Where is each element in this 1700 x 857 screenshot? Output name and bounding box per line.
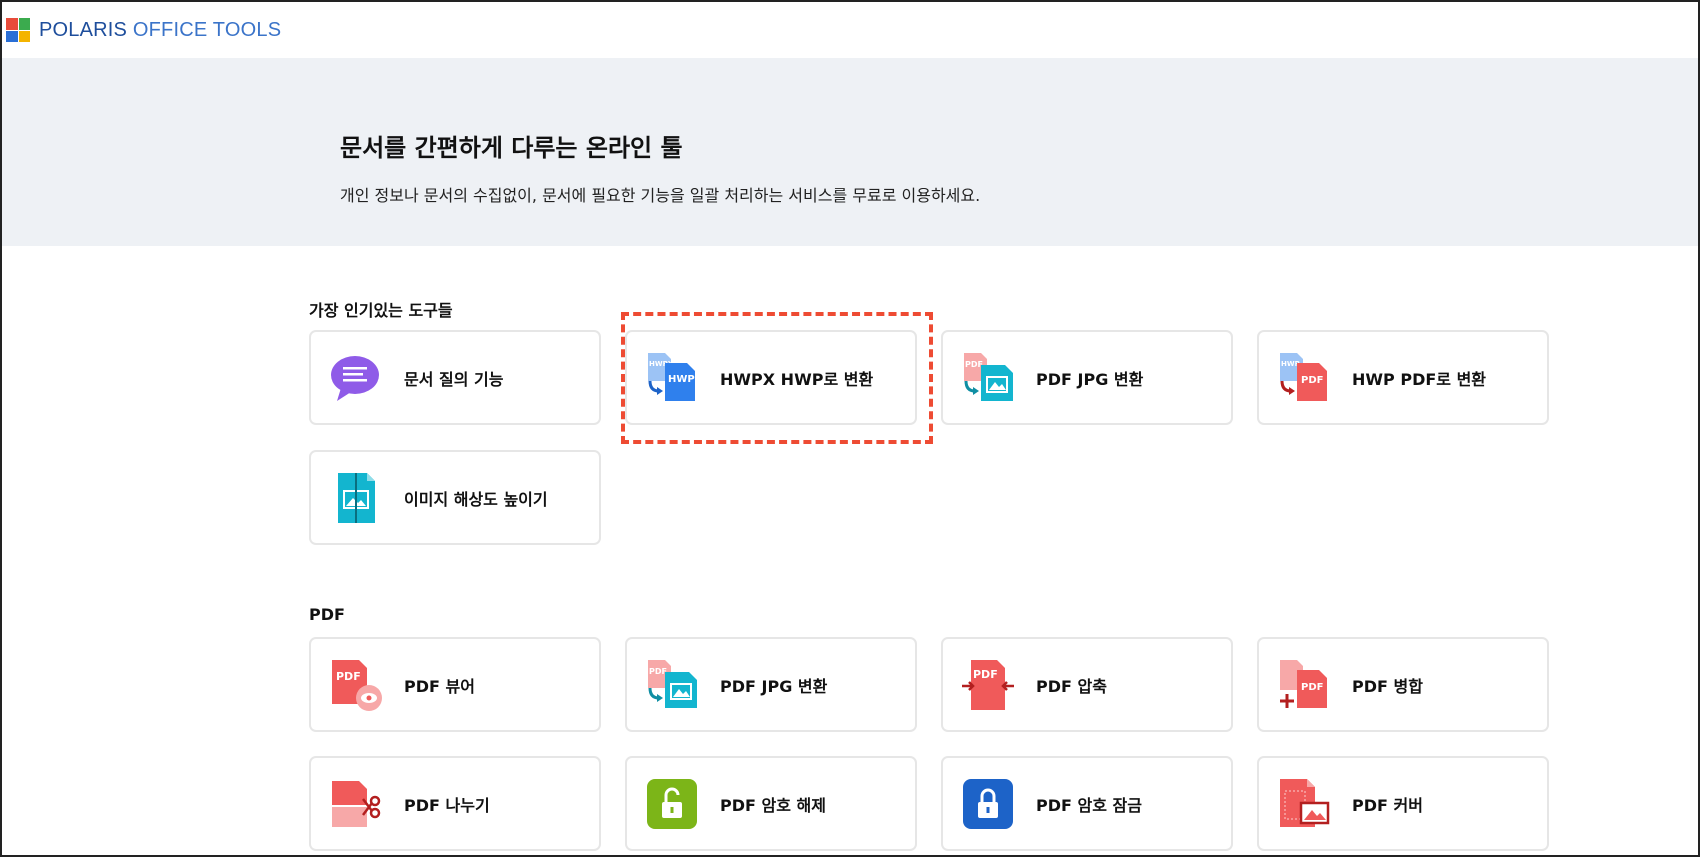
tool-label: 이미지 해상도 높이기 [404, 489, 548, 509]
tool-label: PDF 암호 해제 [720, 795, 826, 815]
pdf-small-text: PDF [965, 360, 983, 369]
image-upscale-icon [338, 472, 375, 523]
pdf-text: PDF [336, 670, 361, 683]
tool-card-pdf-to-jpg[interactable]: PDF PDF JPG 변환 [941, 330, 1233, 425]
hwp-to-pdf-icon: HWP PDF [1280, 352, 1327, 401]
top-bar: POLARIS OFFICE TOOLS [2, 2, 1698, 58]
tool-card-hwp-to-pdf[interactable]: HWP PDF HWP PDF로 변환 [1257, 330, 1549, 425]
pdf-text: PDF [973, 668, 998, 681]
hwp-small-text: HWP [1281, 360, 1300, 368]
logo-text: POLARIS OFFICE TOOLS [39, 19, 281, 42]
logo-text-light: OFFICE TOOLS [132, 18, 282, 41]
pdf-split-icon [330, 780, 381, 827]
tool-card-pdf-cover[interactable]: PDF 커버 [1257, 756, 1549, 851]
tool-label: 문서 질의 기능 [404, 369, 504, 389]
tool-card-pdf-viewer[interactable]: PDF PDF 뷰어 [309, 637, 601, 732]
pdf-compress-icon: PDF [962, 659, 1014, 710]
tool-card-image-upscale[interactable]: 이미지 해상도 높이기 [309, 450, 601, 545]
pdf-text: PDF [1301, 375, 1323, 386]
tool-card-pdf-compress[interactable]: PDF PDF 압축 [941, 637, 1233, 732]
tool-card-hwpx-to-hwp[interactable]: HWPX HWP HWPX HWP로 변환 [625, 330, 917, 425]
pdf-to-jpg-icon: PDF [964, 352, 1013, 401]
tool-card-document-qa[interactable]: 문서 질의 기능 [309, 330, 601, 425]
pdf-to-jpg-icon: PDF [648, 659, 697, 708]
tool-card-pdf-unlock[interactable]: PDF 암호 해제 [625, 756, 917, 851]
tool-label: PDF JPG 변환 [1036, 369, 1144, 389]
tool-card-pdf-to-jpg-2[interactable]: PDF PDF JPG 변환 [625, 637, 917, 732]
tool-label: PDF 커버 [1352, 795, 1423, 815]
tool-label: PDF JPG 변환 [720, 676, 828, 696]
hwp-text: HWP [668, 374, 695, 385]
hero-subtitle: 개인 정보나 문서의 수집없이, 문서에 필요한 기능을 일괄 처리하는 서비스… [340, 186, 981, 205]
tool-label: PDF 나누기 [404, 795, 490, 815]
tool-label: PDF 뷰어 [404, 676, 475, 696]
tool-card-pdf-merge[interactable]: PDF PDF 병합 [1257, 637, 1549, 732]
chat-bubble-icon [331, 355, 379, 401]
tool-label: HWP PDF로 변환 [1352, 369, 1487, 389]
tool-label: PDF 암호 잠금 [1036, 795, 1142, 815]
section-title-pdf: PDF [309, 605, 345, 624]
pdf-viewer-icon: PDF [332, 659, 382, 711]
pdf-lock-icon [963, 778, 1013, 829]
pdf-cover-icon [1280, 778, 1330, 827]
pdf-text: PDF [1301, 682, 1323, 693]
polaris-logo-icon [6, 18, 30, 42]
hwpx-to-hwp-icon: HWPX HWP [648, 352, 695, 401]
tool-label: PDF 압축 [1036, 676, 1107, 696]
tool-card-pdf-lock[interactable]: PDF 암호 잠금 [941, 756, 1233, 851]
hero-title: 문서를 간편하게 다루는 온라인 툴 [340, 134, 683, 162]
hero-banner: 문서를 간편하게 다루는 온라인 툴 개인 정보나 문서의 수집없이, 문서에 … [2, 58, 1698, 246]
logo-text-bold: POLARIS [39, 18, 128, 41]
tool-card-pdf-split[interactable]: PDF 나누기 [309, 756, 601, 851]
tool-label: HWPX HWP로 변환 [720, 369, 874, 389]
pdf-merge-icon: PDF [1280, 659, 1327, 708]
pdf-unlock-icon [647, 778, 697, 829]
polaris-logo[interactable]: POLARIS OFFICE TOOLS [6, 18, 281, 42]
pdf-small-text: PDF [649, 667, 667, 676]
tool-label: PDF 병합 [1352, 676, 1423, 696]
section-title-popular: 가장 인기있는 도구들 [309, 301, 453, 320]
